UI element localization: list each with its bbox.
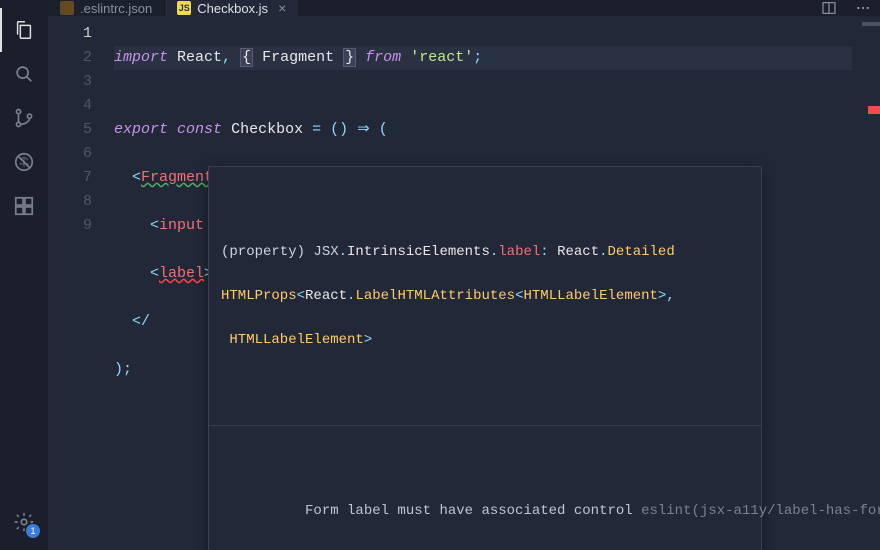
tab-eslintrc[interactable]: .eslintrc.json	[48, 0, 165, 16]
extensions-icon[interactable]	[0, 184, 48, 228]
source-control-icon[interactable]	[0, 96, 48, 140]
settings-gear-icon[interactable]: 1	[0, 500, 48, 544]
split-editor-icon[interactable]	[812, 0, 846, 16]
tab-bar: .eslintrc.json JS Checkbox.js ×	[48, 0, 880, 16]
json-file-icon	[60, 1, 74, 15]
js-file-icon: JS	[177, 1, 191, 15]
minimap-error-marker[interactable]	[868, 106, 880, 114]
hover-signature: (property) JSX.IntrinsicElements.label: …	[209, 211, 761, 381]
hover-message: Form label must have associated control …	[209, 470, 761, 550]
debug-disabled-icon[interactable]	[0, 140, 48, 184]
code-editor[interactable]: 1 2 3 4 5 6 7 8 9 import React, { Fragme…	[48, 16, 880, 550]
minimap[interactable]	[852, 16, 880, 550]
close-icon[interactable]: ×	[278, 0, 286, 16]
line-gutter: 1 2 3 4 5 6 7 8 9	[48, 16, 108, 550]
tab-checkbox-js[interactable]: JS Checkbox.js ×	[165, 0, 299, 16]
settings-badge: 1	[26, 524, 40, 538]
explorer-icon[interactable]	[0, 8, 48, 52]
tab-label: Checkbox.js	[197, 1, 268, 16]
editor-group: .eslintrc.json JS Checkbox.js × 1 2 3 4 …	[48, 0, 880, 550]
code-content[interactable]: import React, { Fragment } from 'react';…	[108, 16, 852, 550]
search-icon[interactable]	[0, 52, 48, 96]
tab-label: .eslintrc.json	[80, 1, 152, 16]
activity-bar: 1	[0, 0, 48, 550]
hover-tooltip: (property) JSX.IntrinsicElements.label: …	[208, 166, 762, 550]
more-actions-icon[interactable]	[846, 0, 880, 16]
